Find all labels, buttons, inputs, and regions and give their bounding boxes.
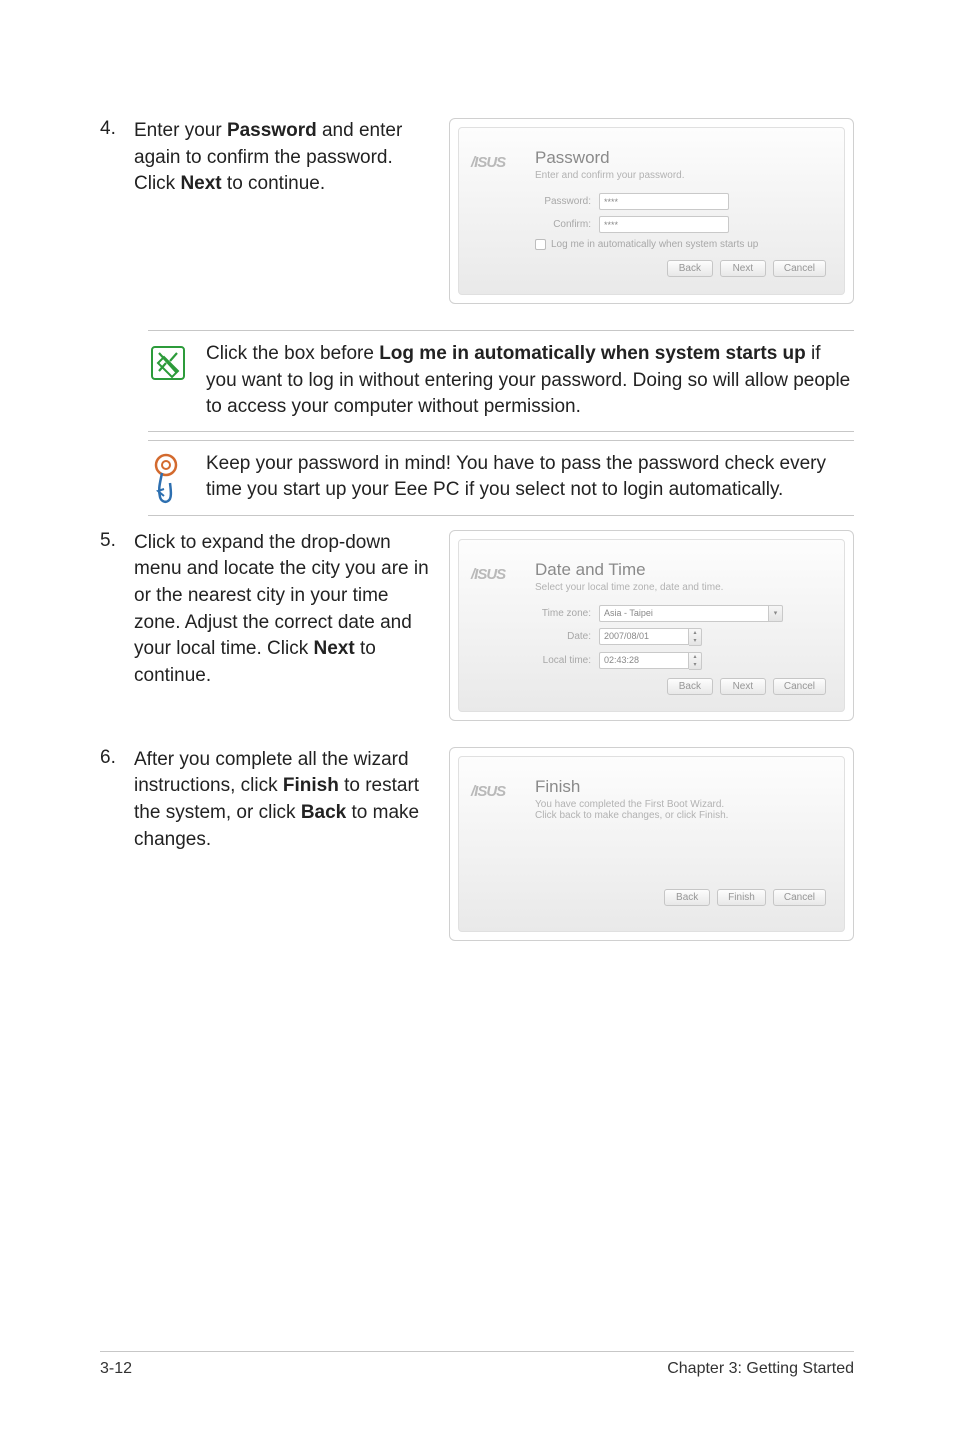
step-number: 6. xyxy=(100,747,134,769)
password-field[interactable]: **** xyxy=(599,193,729,210)
back-button[interactable]: Back xyxy=(667,678,713,695)
page-footer: 3-12 Chapter 3: Getting Started xyxy=(100,1351,854,1378)
step-text: Click to expand the drop-down menu and l… xyxy=(134,530,431,690)
confirm-field[interactable]: **** xyxy=(599,216,729,233)
timezone-label: Time zone: xyxy=(535,608,599,619)
confirm-label: Confirm: xyxy=(535,219,599,230)
timezone-select[interactable]: Asia - Taipei xyxy=(599,605,769,622)
wizard-title: Password xyxy=(535,148,826,168)
time-field[interactable]: 02:43:28 xyxy=(599,652,689,669)
step-text: Enter your Password and enter again to c… xyxy=(134,118,431,198)
date-spinner[interactable]: ▴▾ xyxy=(689,628,702,646)
time-label: Local time: xyxy=(535,655,599,666)
wizard-subtitle: You have completed the First Boot Wizard… xyxy=(535,799,826,810)
note-icon xyxy=(148,341,206,383)
wizard-title: Finish xyxy=(535,777,826,797)
tip-icon xyxy=(148,451,206,505)
date-field[interactable]: 2007/08/01 xyxy=(599,628,689,645)
chapter-title: Chapter 3: Getting Started xyxy=(667,1360,854,1378)
wizard-subtitle: Select your local time zone, date and ti… xyxy=(535,582,826,593)
auto-login-checkbox[interactable] xyxy=(535,239,546,250)
step-6: 6. After you complete all the wizard ins… xyxy=(100,747,854,941)
wizard-subtitle: Enter and confirm your password. xyxy=(535,170,826,181)
wizard-title: Date and Time xyxy=(535,560,826,580)
note-text: Click the box before Log me in automatic… xyxy=(206,341,854,421)
auto-login-label: Log me in automatically when system star… xyxy=(551,239,758,250)
step-text: After you complete all the wizard instru… xyxy=(134,747,431,853)
password-wizard-screenshot: ISUS Password Enter and confirm your pas… xyxy=(449,118,854,304)
next-button[interactable]: Next xyxy=(720,678,766,695)
wizard-subtitle2: Click back to make changes, or click Fin… xyxy=(535,810,826,821)
cancel-button[interactable]: Cancel xyxy=(773,678,826,695)
note-callout: Click the box before Log me in automatic… xyxy=(148,330,854,432)
step-4: 4. Enter your Password and enter again t… xyxy=(100,118,854,304)
back-button[interactable]: Back xyxy=(667,260,713,277)
datetime-wizard-screenshot: ISUS Date and Time Select your local tim… xyxy=(449,530,854,721)
time-spinner[interactable]: ▴▾ xyxy=(689,652,702,670)
step-number: 5. xyxy=(100,530,134,552)
tip-callout: Keep your password in mind! You have to … xyxy=(148,440,854,516)
password-label: Password: xyxy=(535,196,599,207)
tip-text: Keep your password in mind! You have to … xyxy=(206,451,854,504)
asus-logo: ISUS xyxy=(471,566,505,583)
cancel-button[interactable]: Cancel xyxy=(773,889,826,906)
finish-wizard-screenshot: ISUS Finish You have completed the First… xyxy=(449,747,854,941)
step-5: 5. Click to expand the drop-down menu an… xyxy=(100,530,854,721)
chevron-down-icon[interactable]: ▾ xyxy=(769,605,783,622)
page-number: 3-12 xyxy=(100,1360,132,1378)
back-button[interactable]: Back xyxy=(664,889,710,906)
cancel-button[interactable]: Cancel xyxy=(773,260,826,277)
date-label: Date: xyxy=(535,631,599,642)
step-number: 4. xyxy=(100,118,134,140)
finish-button[interactable]: Finish xyxy=(717,889,766,906)
next-button[interactable]: Next xyxy=(720,260,766,277)
asus-logo: ISUS xyxy=(471,154,505,171)
asus-logo: ISUS xyxy=(471,783,505,800)
